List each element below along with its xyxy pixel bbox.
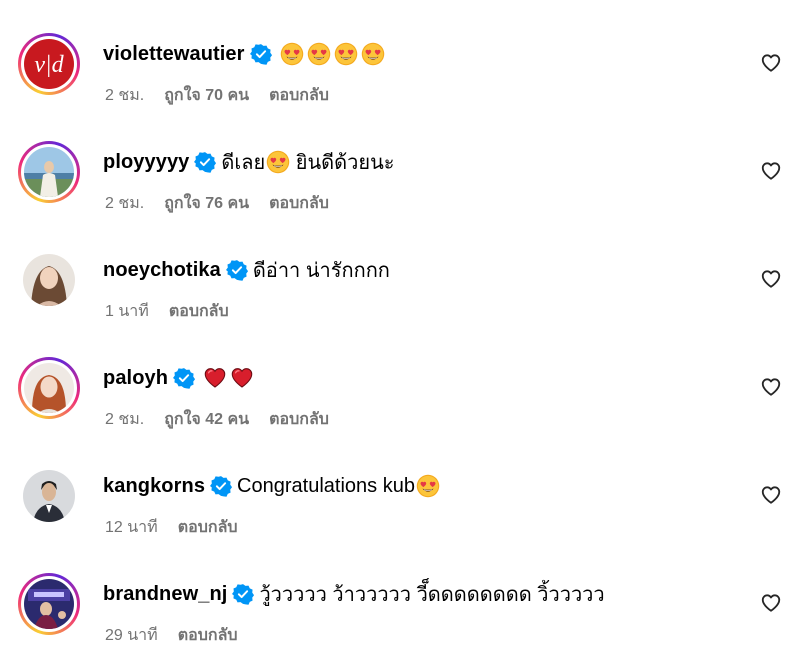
username[interactable]: paloyh	[103, 367, 168, 390]
comment-item: kangkorns Congratulations kub 12 นาที ตอ…	[0, 454, 800, 562]
verified-badge-icon	[232, 583, 254, 605]
username[interactable]: ployyyyy	[103, 151, 189, 174]
story-ring[interactable]	[18, 357, 80, 419]
likes-count[interactable]: ถูกใจ 70 คน	[164, 83, 249, 108]
avatar: v|d	[24, 39, 74, 89]
reply-button[interactable]: ตอบกลับ	[178, 515, 238, 540]
comment-item: ployyyyy ดีเลย ยินดีด้วยนะ 2 ชม. ถูกใจ 7…	[0, 130, 800, 238]
verified-badge-icon	[210, 475, 232, 497]
heart-outline-icon[interactable]	[760, 268, 782, 290]
verified-badge-icon	[226, 259, 248, 281]
comment-time[interactable]: 12 นาที	[105, 515, 158, 540]
avatar-frame[interactable]	[18, 249, 80, 311]
reply-button[interactable]: ตอบกลับ	[269, 191, 329, 216]
svg-text:v|d: v|d	[34, 52, 64, 78]
avatar	[24, 363, 74, 413]
comment-item: noeychotika ดีอ่าา น่ารักกกก 1 นาที ตอบก…	[0, 238, 800, 346]
reply-button[interactable]: ตอบกลับ	[269, 407, 329, 432]
comment-text: ยินดีด้วยนะ	[290, 152, 395, 174]
heart-outline-icon[interactable]	[760, 160, 782, 182]
story-ring[interactable]	[18, 141, 80, 203]
heart-outline-icon[interactable]	[760, 52, 782, 74]
comment-time[interactable]: 1 นาที	[105, 299, 149, 324]
red-heart-emoji	[230, 366, 254, 390]
avatar	[23, 470, 75, 522]
heart-eyes-emoji	[416, 474, 440, 498]
verified-badge-icon	[173, 367, 195, 389]
reply-button[interactable]: ตอบกลับ	[178, 623, 238, 648]
verified-badge-icon	[250, 43, 272, 65]
comment-time[interactable]: 2 ชม.	[105, 83, 144, 108]
comment-item: paloyh 2 ชม. ถูกใจ 42 คน ตอบกลับ	[0, 346, 800, 454]
username[interactable]: violettewautier	[103, 43, 245, 66]
story-ring[interactable]: v|d	[18, 33, 80, 95]
comment-item: brandnew_nj วู้ววววว ว้าววววว วี็ดดดดดดด…	[0, 562, 800, 670]
heart-outline-icon[interactable]	[760, 376, 782, 398]
comment-time[interactable]: 2 ชม.	[105, 191, 144, 216]
heart-eyes-emoji	[334, 42, 358, 66]
avatar	[24, 579, 74, 629]
heart-outline-icon[interactable]	[760, 592, 782, 614]
likes-count[interactable]: ถูกใจ 76 คน	[164, 191, 249, 216]
heart-eyes-emoji	[266, 150, 290, 174]
comment-time[interactable]: 29 นาที	[105, 623, 158, 648]
comment-text: Congratulations kub	[237, 474, 415, 497]
comment-text: วู้ววววว ว้าววววว วี็ดดดดดดดด วิ้ววววว	[259, 584, 605, 606]
avatar	[24, 147, 74, 197]
reply-button[interactable]: ตอบกลับ	[269, 83, 329, 108]
comment-time[interactable]: 2 ชม.	[105, 407, 144, 432]
username[interactable]: kangkorns	[103, 475, 205, 498]
heart-eyes-emoji	[307, 42, 331, 66]
red-heart-emoji	[203, 366, 227, 390]
comment-item: v|d violettewautier 2 ชม. ถูกใจ 70 คน ตอ…	[0, 22, 800, 130]
avatar-frame[interactable]	[18, 465, 80, 527]
heart-eyes-emoji	[361, 42, 385, 66]
avatar	[23, 254, 75, 306]
comment-text: ดีเลย	[221, 152, 266, 174]
reply-button[interactable]: ตอบกลับ	[169, 299, 229, 324]
story-ring[interactable]	[18, 573, 80, 635]
heart-eyes-emoji	[280, 42, 304, 66]
likes-count[interactable]: ถูกใจ 42 คน	[164, 407, 249, 432]
comment-text: ดีอ่าา น่ารักกกก	[252, 260, 390, 282]
verified-badge-icon	[194, 151, 216, 173]
username[interactable]: brandnew_nj	[103, 583, 227, 606]
heart-outline-icon[interactable]	[760, 484, 782, 506]
username[interactable]: noeychotika	[103, 259, 221, 282]
